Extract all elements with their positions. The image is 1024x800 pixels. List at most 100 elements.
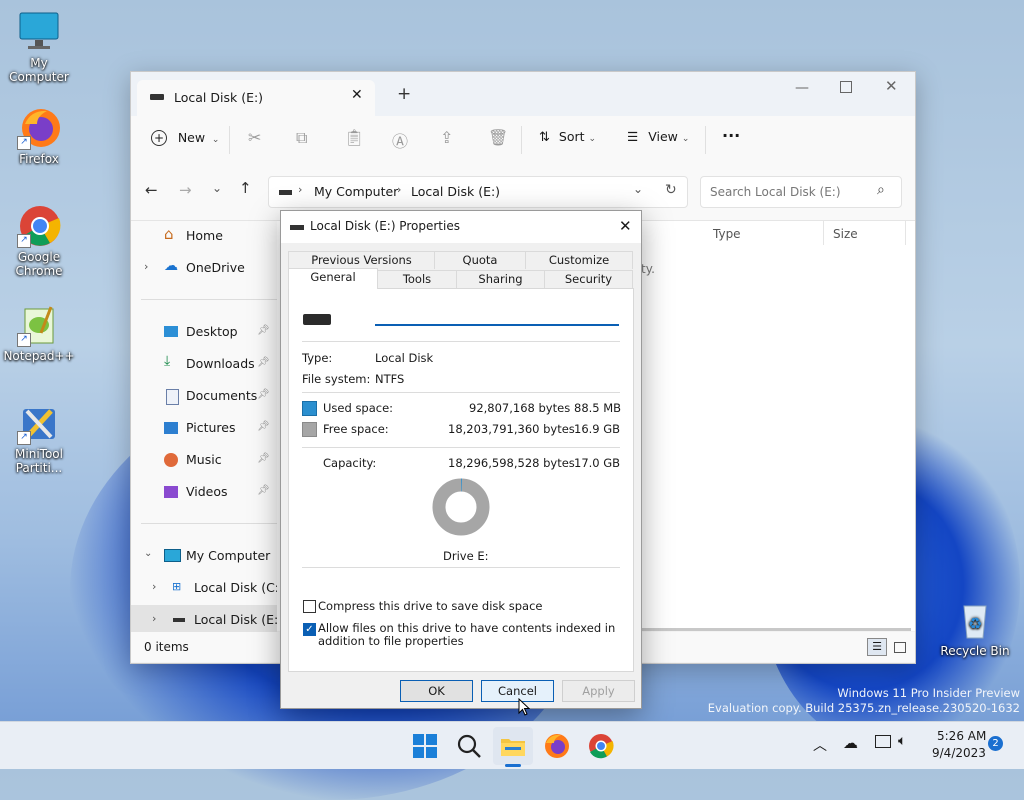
address-bar[interactable]: › My Computer › Local Disk (E:) ⌄ ↻: [268, 176, 688, 208]
nav-item-videos[interactable]: Videos 📌︎: [131, 477, 277, 507]
chevron-down-icon: ⌄: [211, 135, 220, 145]
nav-item-local-disk-c[interactable]: › ⊞ Local Disk (C:): [131, 573, 284, 603]
close-tab-icon[interactable]: ✕: [351, 87, 363, 103]
active-app-indicator: [505, 764, 521, 767]
shortcut-arrow-icon: ↗: [17, 234, 31, 248]
nav-item-home[interactable]: ⌂ Home: [131, 221, 277, 251]
desktop-icon-chrome[interactable]: ↗ Google Chrome: [1, 204, 77, 278]
rename-icon[interactable]: Ⓐ: [392, 128, 408, 152]
search-icon[interactable]: [454, 731, 484, 761]
view-icon: ☰: [627, 129, 639, 144]
firefox-icon: ↗: [17, 106, 61, 150]
shortcut-arrow-icon: ↗: [17, 431, 31, 445]
dialog-close-button[interactable]: ✕: [619, 217, 632, 235]
compress-checkbox[interactable]: [303, 600, 316, 613]
desktop-icon-firefox[interactable]: ↗ Firefox: [1, 106, 77, 166]
sort-button[interactable]: ⇅ Sort ⌄: [539, 129, 596, 145]
shortcut-arrow-icon: ↗: [17, 333, 31, 347]
sort-label: Sort: [558, 129, 585, 144]
desktop-icon-minitool[interactable]: ↗ MiniTool Partiti...: [1, 401, 77, 475]
desktop-icon-my-computer[interactable]: My Computer: [1, 10, 77, 84]
tab-local-disk-e[interactable]: Local Disk (E:) ✕: [137, 80, 375, 116]
back-arrow-icon[interactable]: ←: [145, 181, 158, 199]
up-arrow-icon[interactable]: ↑: [239, 179, 252, 197]
nav-item-desktop[interactable]: Desktop 📌︎: [131, 317, 277, 347]
cut-icon[interactable]: ✂: [248, 128, 261, 147]
breadcrumb-local-disk-e[interactable]: Local Disk (E:): [411, 184, 500, 199]
notification-badge[interactable]: 2: [988, 736, 1003, 751]
chrome-icon[interactable]: [586, 731, 616, 761]
close-window-button[interactable]: ✕: [885, 77, 898, 95]
cloud-icon: ☁: [164, 258, 178, 274]
ok-button[interactable]: OK: [400, 680, 473, 702]
nav-divider: [141, 299, 277, 300]
column-header-type[interactable]: Type: [713, 227, 741, 241]
chevron-down-icon[interactable]: ⌄: [633, 182, 643, 196]
nav-label: Videos: [186, 484, 228, 499]
search-box[interactable]: Search Local Disk (E:) ⌕: [700, 176, 902, 208]
copy-icon[interactable]: ⧉: [296, 128, 307, 148]
nav-item-downloads[interactable]: ⤓ Downloads 📌︎: [131, 349, 277, 379]
video-icon: [164, 486, 178, 498]
maximize-button[interactable]: [840, 81, 852, 93]
chevron-right-icon: ›: [144, 260, 149, 273]
paste-icon[interactable]: 📋︎: [344, 128, 364, 147]
separator: [302, 392, 620, 393]
tab-general[interactable]: General: [288, 268, 378, 289]
nav-item-pictures[interactable]: Pictures 📌︎: [131, 413, 277, 443]
onedrive-offline-icon[interactable]: ☁: [843, 734, 858, 752]
tiles-view-icon[interactable]: [894, 642, 906, 653]
tab-previous-versions[interactable]: Previous Versions: [288, 251, 435, 269]
view-label: View: [648, 129, 678, 144]
free-space-swatch: [302, 422, 317, 437]
horizontal-scrollbar[interactable]: [641, 628, 911, 631]
apply-button[interactable]: Apply: [562, 680, 635, 702]
firefox-icon[interactable]: [542, 731, 572, 761]
recent-locations-icon[interactable]: ⌄: [212, 181, 222, 195]
properties-dialog: Local Disk (E:) Properties ✕ Previous Ve…: [280, 210, 642, 709]
nav-item-music[interactable]: Music 📌︎: [131, 445, 277, 475]
column-header-size[interactable]: Size: [833, 227, 858, 241]
filesystem-label: File system:: [302, 372, 371, 386]
forward-arrow-icon[interactable]: →: [179, 181, 192, 199]
donut-free-ring: [432, 478, 490, 536]
desktop-icon-recycle-bin[interactable]: ♻ Recycle Bin: [937, 598, 1013, 658]
more-options-button[interactable]: ···: [722, 126, 740, 145]
desktop-icon-notepadpp[interactable]: ↗ Notepad++: [1, 303, 77, 363]
tab-customize[interactable]: Customize: [525, 251, 633, 269]
chevron-right-icon: ›: [298, 183, 303, 196]
tab-sharing[interactable]: Sharing: [456, 270, 545, 288]
mouse-cursor: [518, 698, 530, 716]
tab-tools[interactable]: Tools: [377, 270, 457, 288]
start-button[interactable]: [410, 731, 440, 761]
drive-label-input[interactable]: [375, 306, 619, 326]
share-icon[interactable]: ⇪: [440, 128, 453, 147]
nav-item-onedrive[interactable]: › ☁ OneDrive: [131, 253, 277, 283]
network-icon[interactable]: [875, 735, 891, 748]
volume-icon[interactable]: 🔈︎: [898, 733, 906, 749]
minimize-button[interactable]: —: [795, 80, 809, 96]
new-button[interactable]: + New ⌄: [151, 130, 219, 146]
separator: [302, 567, 620, 568]
index-checkbox[interactable]: ✓: [303, 623, 316, 636]
details-view-icon[interactable]: ☰: [867, 638, 887, 656]
nav-item-local-disk-e[interactable]: › Local Disk (E:): [131, 605, 283, 635]
tab-bar: Local Disk (E:) ✕ + — ✕: [131, 72, 915, 116]
nav-item-documents[interactable]: Documents 📌︎: [131, 381, 277, 411]
clock-time[interactable]: 5:26 AM: [937, 729, 986, 743]
breadcrumb-my-computer[interactable]: My Computer: [314, 184, 398, 199]
tab-quota[interactable]: Quota: [434, 251, 526, 269]
capacity-bytes: 18,296,598,528 bytes: [448, 456, 575, 470]
view-button[interactable]: ☰ View ⌄: [627, 129, 689, 144]
new-tab-button[interactable]: +: [397, 84, 411, 104]
refresh-icon[interactable]: ↻: [665, 182, 677, 198]
general-tab-panel: Type: Local Disk File system: NTFS Used …: [288, 288, 634, 672]
nav-label: Downloads: [186, 356, 255, 371]
nav-item-my-computer[interactable]: ⌄ My Computer: [131, 541, 277, 571]
clock-date[interactable]: 9/4/2023: [932, 746, 986, 760]
tab-security[interactable]: Security: [544, 270, 633, 288]
pin-icon: 📌︎: [257, 389, 270, 400]
delete-icon[interactable]: 🗑︎: [488, 128, 508, 147]
file-explorer-icon[interactable]: [498, 731, 528, 761]
show-hidden-icons-chevron[interactable]: ︿: [813, 735, 827, 755]
